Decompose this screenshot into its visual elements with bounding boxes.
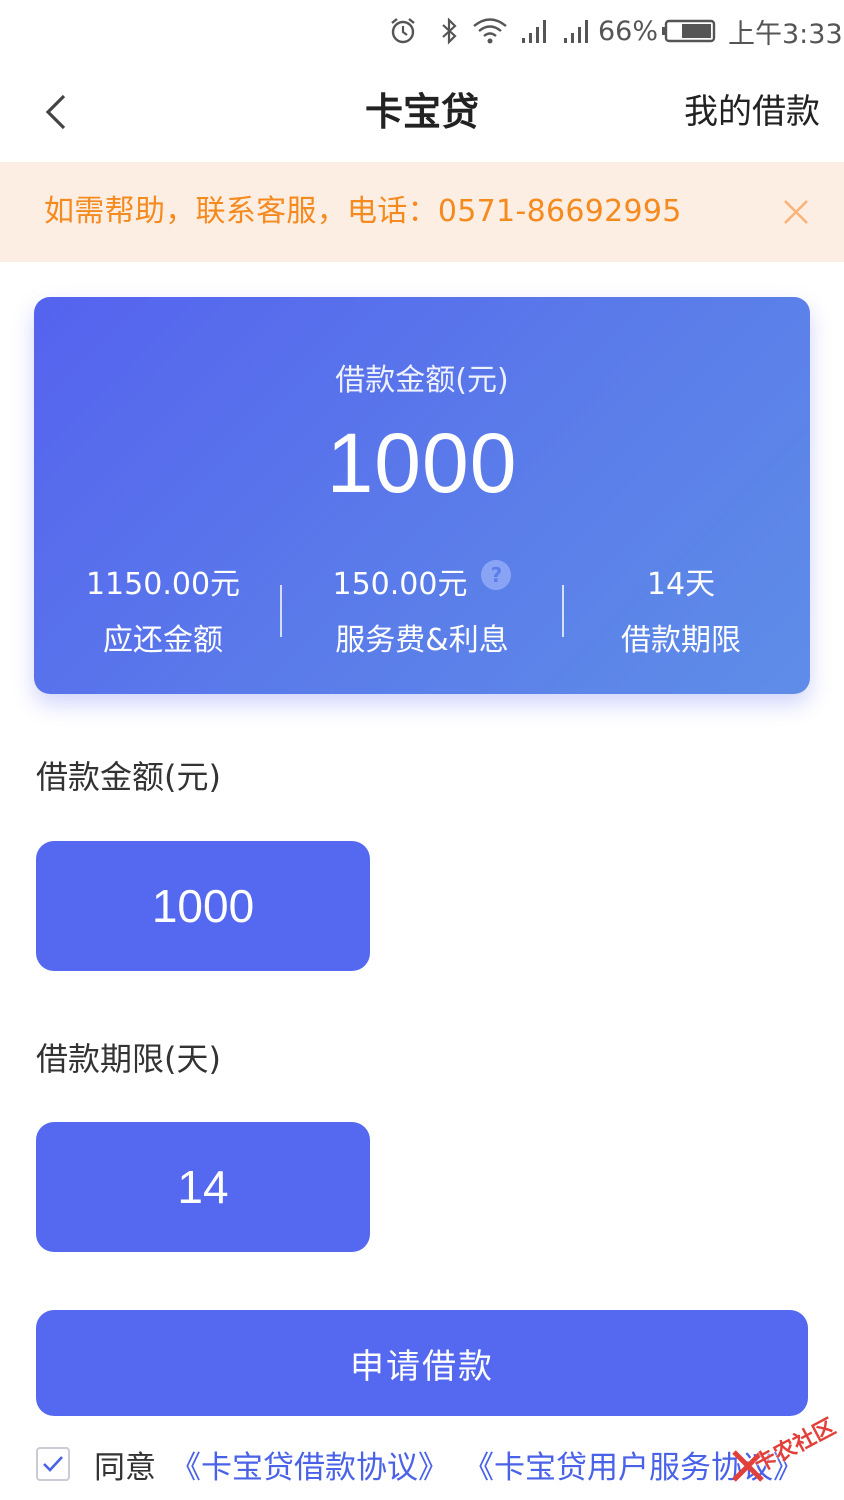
repay-amount-value: 1150.00元 [85, 567, 241, 602]
loan-amount-section-label: 借款金额(元) [36, 758, 221, 796]
close-notice-button[interactable] [780, 196, 812, 228]
alarm-icon [388, 0, 418, 62]
status-bar: 66% 上午3:33 [0, 0, 844, 62]
card-amount-value: 1000 [326, 416, 518, 510]
loan-term-value: 14天 [646, 567, 716, 602]
battery-icon [662, 0, 716, 62]
signal-icon [520, 0, 548, 62]
loan-term-stat: 14天 借款期限 [552, 561, 810, 665]
app-header: 卡宝贷 我的借款 [0, 62, 844, 162]
watermark-logo: 卡农社区 [728, 1400, 840, 1490]
agreement-row: 同意 《卡宝贷借款协议》 《卡宝贷用户服务协议》 [36, 1442, 836, 1486]
bluetooth-icon [440, 0, 460, 62]
apply-loan-button[interactable]: 申请借款 [36, 1310, 808, 1416]
fee-interest-stat: 150.00元 ? 服务费&利息 [293, 560, 551, 665]
loan-summary-card: 借款金额(元) 1000 1150.00元 应还金额 150.00元 ? 服务费… [34, 297, 810, 694]
stat-divider [280, 585, 282, 637]
help-icon[interactable]: ? [481, 560, 512, 590]
loan-agreement-link[interactable]: 《卡宝贷借款协议》 [170, 1442, 449, 1487]
clock: 上午3:33 [728, 18, 843, 50]
chevron-left-icon [45, 94, 66, 130]
wifi-icon [472, 0, 508, 62]
close-icon [784, 200, 808, 224]
loan-term-label: 借款期限 [621, 623, 741, 658]
repay-amount-stat: 1150.00元 应还金额 [34, 561, 292, 665]
watermark-text: 卡农社区 [750, 1414, 840, 1478]
loan-term-section-label: 借款期限(天) [36, 1040, 221, 1078]
card-amount-label: 借款金额(元) [335, 363, 509, 398]
signal-icon [562, 0, 590, 62]
loan-term-option-14[interactable]: 14 [36, 1122, 370, 1252]
my-loans-link[interactable]: 我的借款 [684, 62, 820, 162]
battery-percent: 66% [598, 15, 659, 47]
loan-amount-option-1000[interactable]: 1000 [36, 841, 370, 971]
help-notice-text: 如需帮助，联系客服，电话：0571-86692995 [44, 194, 682, 229]
repay-amount-label: 应还金额 [103, 623, 223, 658]
fee-interest-label: 服务费&利息 [335, 623, 509, 658]
help-notice-banner: 如需帮助，联系客服，电话：0571-86692995 [0, 162, 844, 262]
check-icon [43, 1456, 63, 1472]
fee-interest-value-row: 150.00元 ? [293, 560, 551, 609]
agreement-prefix: 同意 [94, 1449, 156, 1486]
back-button[interactable] [30, 87, 80, 137]
fee-interest-value: 150.00元 [332, 567, 468, 602]
agreement-checkbox[interactable] [36, 1447, 70, 1481]
